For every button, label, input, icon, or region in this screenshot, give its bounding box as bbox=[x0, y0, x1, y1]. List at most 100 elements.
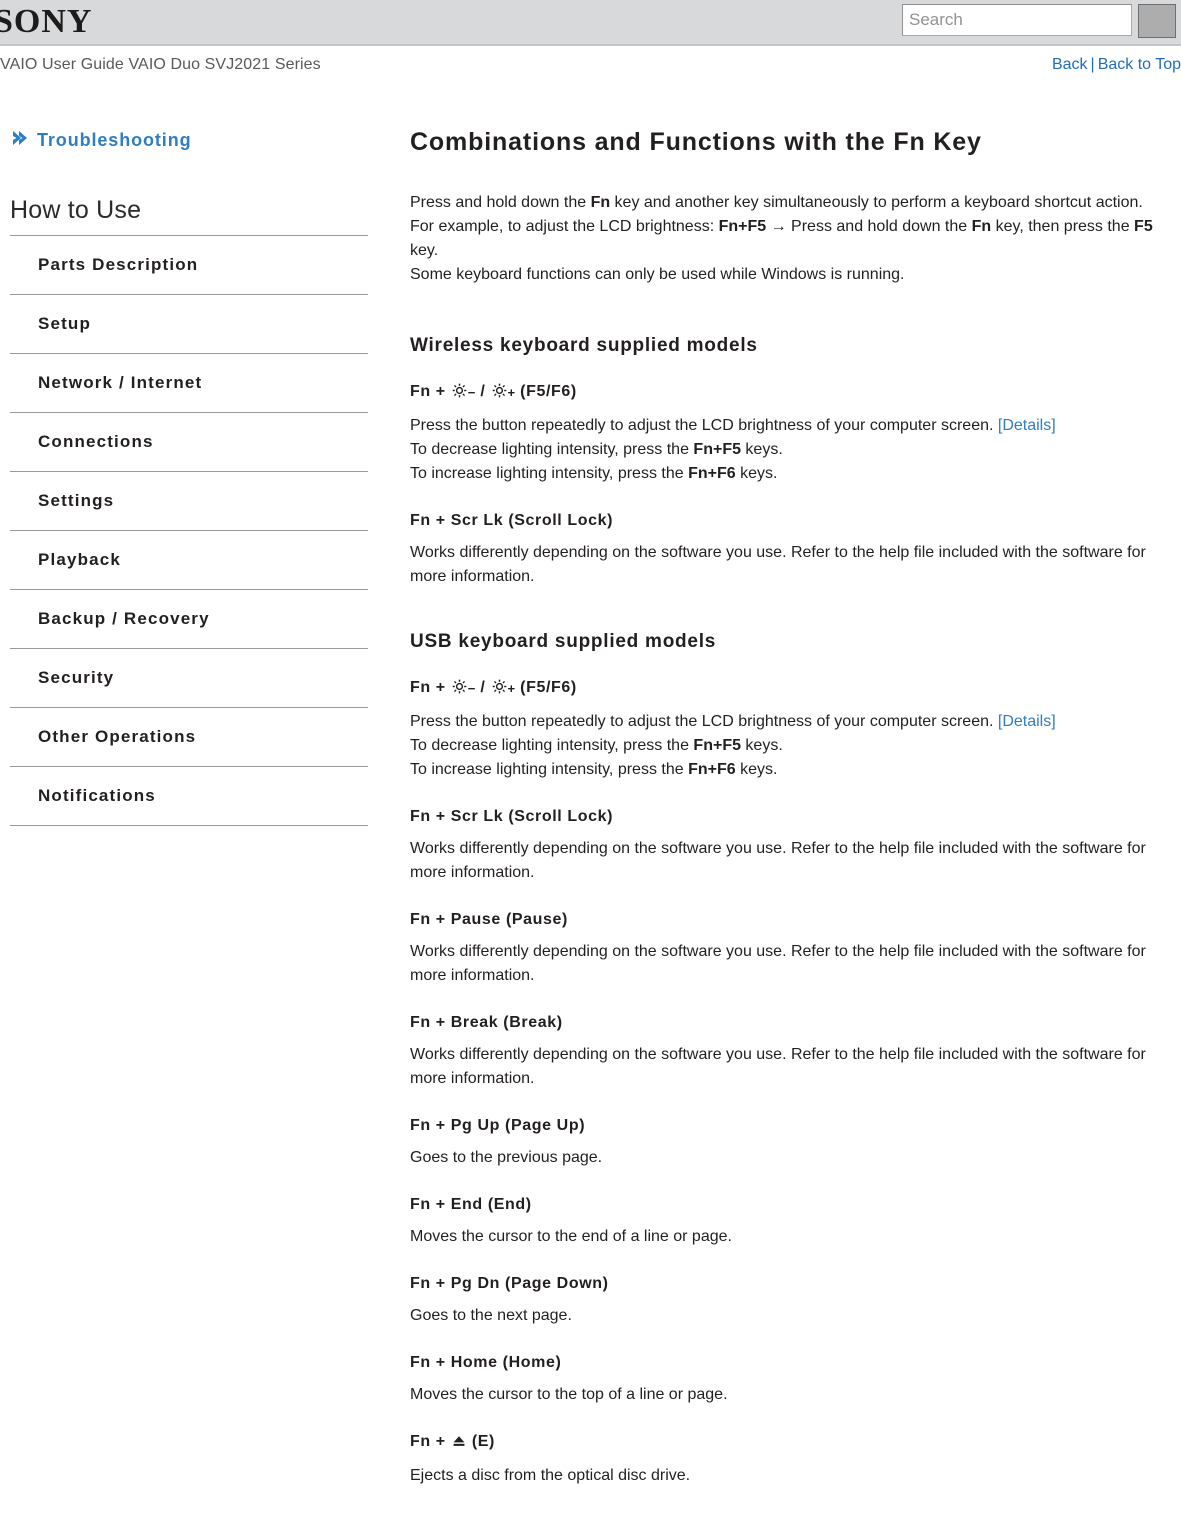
page-body: Troubleshooting How to Use Parts Descrip… bbox=[0, 86, 1181, 1488]
back-link[interactable]: Back bbox=[1052, 56, 1088, 73]
body-keys-c: Fn+F6 bbox=[688, 465, 736, 482]
sidebar-item-label: Setup bbox=[38, 314, 91, 333]
body-keys-b: Fn+F5 bbox=[693, 441, 741, 458]
intro-line3: Some keyboard functions can only be used… bbox=[410, 266, 905, 283]
brightness-down-icon bbox=[452, 679, 467, 699]
key-heading-home: Fn + Home (Home) bbox=[410, 1354, 562, 1371]
key-heading-page-down: Fn + Pg Dn (Page Down) bbox=[410, 1275, 609, 1292]
sidebar-item-backup-recovery[interactable]: Backup / Recovery bbox=[10, 590, 368, 649]
main-content: Combinations and Functions with the Fn K… bbox=[372, 128, 1181, 1488]
search-area bbox=[902, 4, 1176, 38]
sidebar-item-notifications[interactable]: Notifications bbox=[10, 767, 368, 826]
key-heading-eject: Fn + (E) bbox=[410, 1433, 1179, 1453]
brightness-up-icon bbox=[492, 679, 507, 699]
sidebar-item-setup[interactable]: Setup bbox=[10, 295, 368, 354]
back-to-top-link[interactable]: Back to Top bbox=[1098, 56, 1181, 73]
intro-paragraph: Press and hold down the Fn key and anoth… bbox=[410, 191, 1179, 287]
intro-line1-a: Press and hold down the bbox=[410, 194, 591, 211]
key-heading-scroll-lock-usb: Fn + Scr Lk (Scroll Lock) bbox=[410, 808, 614, 825]
body-text-b-end: keys. bbox=[740, 737, 783, 754]
key-body-end: Moves the cursor to the end of a line or… bbox=[410, 1228, 732, 1245]
sidebar-item-label: Notifications bbox=[38, 786, 156, 805]
intro-line2-a: For example, to adjust the LCD brightnes… bbox=[410, 218, 719, 235]
intro-key-combo: Fn+F5 bbox=[718, 218, 767, 235]
body-text-c-end: keys. bbox=[735, 761, 778, 778]
sidebar-item-label: Backup / Recovery bbox=[38, 609, 210, 628]
breadcrumb-troubleshooting[interactable]: Troubleshooting bbox=[10, 128, 372, 153]
search-button[interactable] bbox=[1138, 4, 1176, 38]
intro-key-f5: F5 bbox=[1134, 218, 1153, 235]
key-prefix: Fn + bbox=[410, 383, 451, 400]
sidebar-item-label: Connections bbox=[38, 432, 154, 451]
sidebar-item-label: Security bbox=[38, 668, 115, 687]
header-links: Back | Back to Top bbox=[1052, 56, 1181, 74]
brightness-up-icon bbox=[492, 383, 507, 403]
key-heading-scroll-lock-wireless: Fn + Scr Lk (Scroll Lock) bbox=[410, 512, 614, 529]
search-input[interactable] bbox=[902, 4, 1132, 36]
body-text-b: To decrease lighting intensity, press th… bbox=[410, 441, 694, 458]
key-prefix: Fn + bbox=[410, 679, 451, 696]
chevron-right-icon bbox=[10, 128, 30, 153]
sidebar-item-label: Playback bbox=[38, 550, 121, 569]
intro-line2-c: key, then press the bbox=[991, 218, 1135, 235]
key-heading-pause: Fn + Pause (Pause) bbox=[410, 911, 568, 928]
sidebar-section-title: How to Use bbox=[10, 196, 368, 236]
body-keys-c: Fn+F6 bbox=[688, 761, 736, 778]
key-body-scroll-lock-usb: Works differently depending on the softw… bbox=[410, 840, 1146, 881]
key-heading-brightness-wireless: Fn + − / + (F5/F6) bbox=[410, 383, 1179, 403]
key-suffix: (F5/F6) bbox=[515, 679, 577, 696]
sidebar-item-network-internet[interactable]: Network / Internet bbox=[10, 354, 368, 413]
body-text-c-end: keys. bbox=[735, 465, 778, 482]
key-body-break: Works differently depending on the softw… bbox=[410, 1046, 1146, 1087]
sidebar: Troubleshooting How to Use Parts Descrip… bbox=[0, 128, 372, 826]
sidebar-item-security[interactable]: Security bbox=[10, 649, 368, 708]
body-text-b: To decrease lighting intensity, press th… bbox=[410, 737, 694, 754]
key-heading-page-up: Fn + Pg Up (Page Up) bbox=[410, 1117, 586, 1134]
intro-key-fn: Fn bbox=[590, 194, 611, 211]
section-heading-usb: USB keyboard supplied models bbox=[410, 631, 717, 652]
key-suffix: (E) bbox=[466, 1433, 495, 1450]
sidebar-item-label: Settings bbox=[38, 491, 115, 510]
brightness-plus-sign: + bbox=[507, 385, 516, 400]
intro-line1-b: key and another key simultaneously to pe… bbox=[610, 194, 1143, 211]
key-body-brightness-wireless: Press the button repeatedly to adjust th… bbox=[410, 414, 1179, 486]
key-suffix: (F5/F6) bbox=[515, 383, 577, 400]
details-link[interactable]: [Details] bbox=[998, 713, 1056, 730]
key-body-pause: Works differently depending on the softw… bbox=[410, 943, 1146, 984]
sidebar-item-connections[interactable]: Connections bbox=[10, 413, 368, 472]
section-heading-wireless: Wireless keyboard supplied models bbox=[410, 335, 758, 356]
body-text-a: Press the button repeatedly to adjust th… bbox=[410, 417, 998, 434]
brightness-down-icon bbox=[452, 383, 467, 403]
body-text-a: Press the button repeatedly to adjust th… bbox=[410, 713, 998, 730]
sidebar-item-other-operations[interactable]: Other Operations bbox=[10, 708, 368, 767]
link-separator: | bbox=[1090, 56, 1095, 73]
intro-line2-b: → Press and hold down the bbox=[766, 218, 972, 235]
key-body-brightness-usb: Press the button repeatedly to adjust th… bbox=[410, 710, 1179, 782]
eject-icon bbox=[452, 1434, 466, 1453]
details-link[interactable]: [Details] bbox=[998, 417, 1056, 434]
brightness-plus-sign: + bbox=[507, 681, 516, 696]
key-heading-brightness-usb: Fn + − / + (F5/F6) bbox=[410, 679, 1179, 699]
body-text-b-end: keys. bbox=[740, 441, 783, 458]
key-body-eject: Ejects a disc from the optical disc driv… bbox=[410, 1467, 691, 1484]
guide-title-row: VAIO User Guide VAIO Duo SVJ2021 Series … bbox=[0, 46, 1181, 86]
body-text-c: To increase lighting intensity, press th… bbox=[410, 465, 689, 482]
page-title: Combinations and Functions with the Fn K… bbox=[410, 128, 982, 156]
sidebar-item-settings[interactable]: Settings bbox=[10, 472, 368, 531]
key-body-scroll-lock-wireless: Works differently depending on the softw… bbox=[410, 544, 1146, 585]
sidebar-nav-list: Parts Description Setup Network / Intern… bbox=[10, 236, 372, 826]
icon-separator: / bbox=[475, 383, 491, 400]
sidebar-item-label: Parts Description bbox=[38, 255, 199, 274]
key-body-home: Moves the cursor to the top of a line or… bbox=[410, 1386, 728, 1403]
sidebar-item-playback[interactable]: Playback bbox=[10, 531, 368, 590]
site-header: SONY bbox=[0, 0, 1181, 46]
sidebar-item-label: Network / Internet bbox=[38, 373, 203, 392]
body-keys-b: Fn+F5 bbox=[693, 737, 741, 754]
intro-line2-d: key. bbox=[410, 242, 439, 259]
key-body-page-up: Goes to the previous page. bbox=[410, 1149, 603, 1166]
key-heading-break: Fn + Break (Break) bbox=[410, 1014, 563, 1031]
sony-logo: SONY bbox=[0, 3, 93, 40]
guide-title: VAIO User Guide VAIO Duo SVJ2021 Series bbox=[0, 56, 321, 73]
icon-separator: / bbox=[475, 679, 491, 696]
sidebar-item-parts-description[interactable]: Parts Description bbox=[10, 236, 368, 295]
